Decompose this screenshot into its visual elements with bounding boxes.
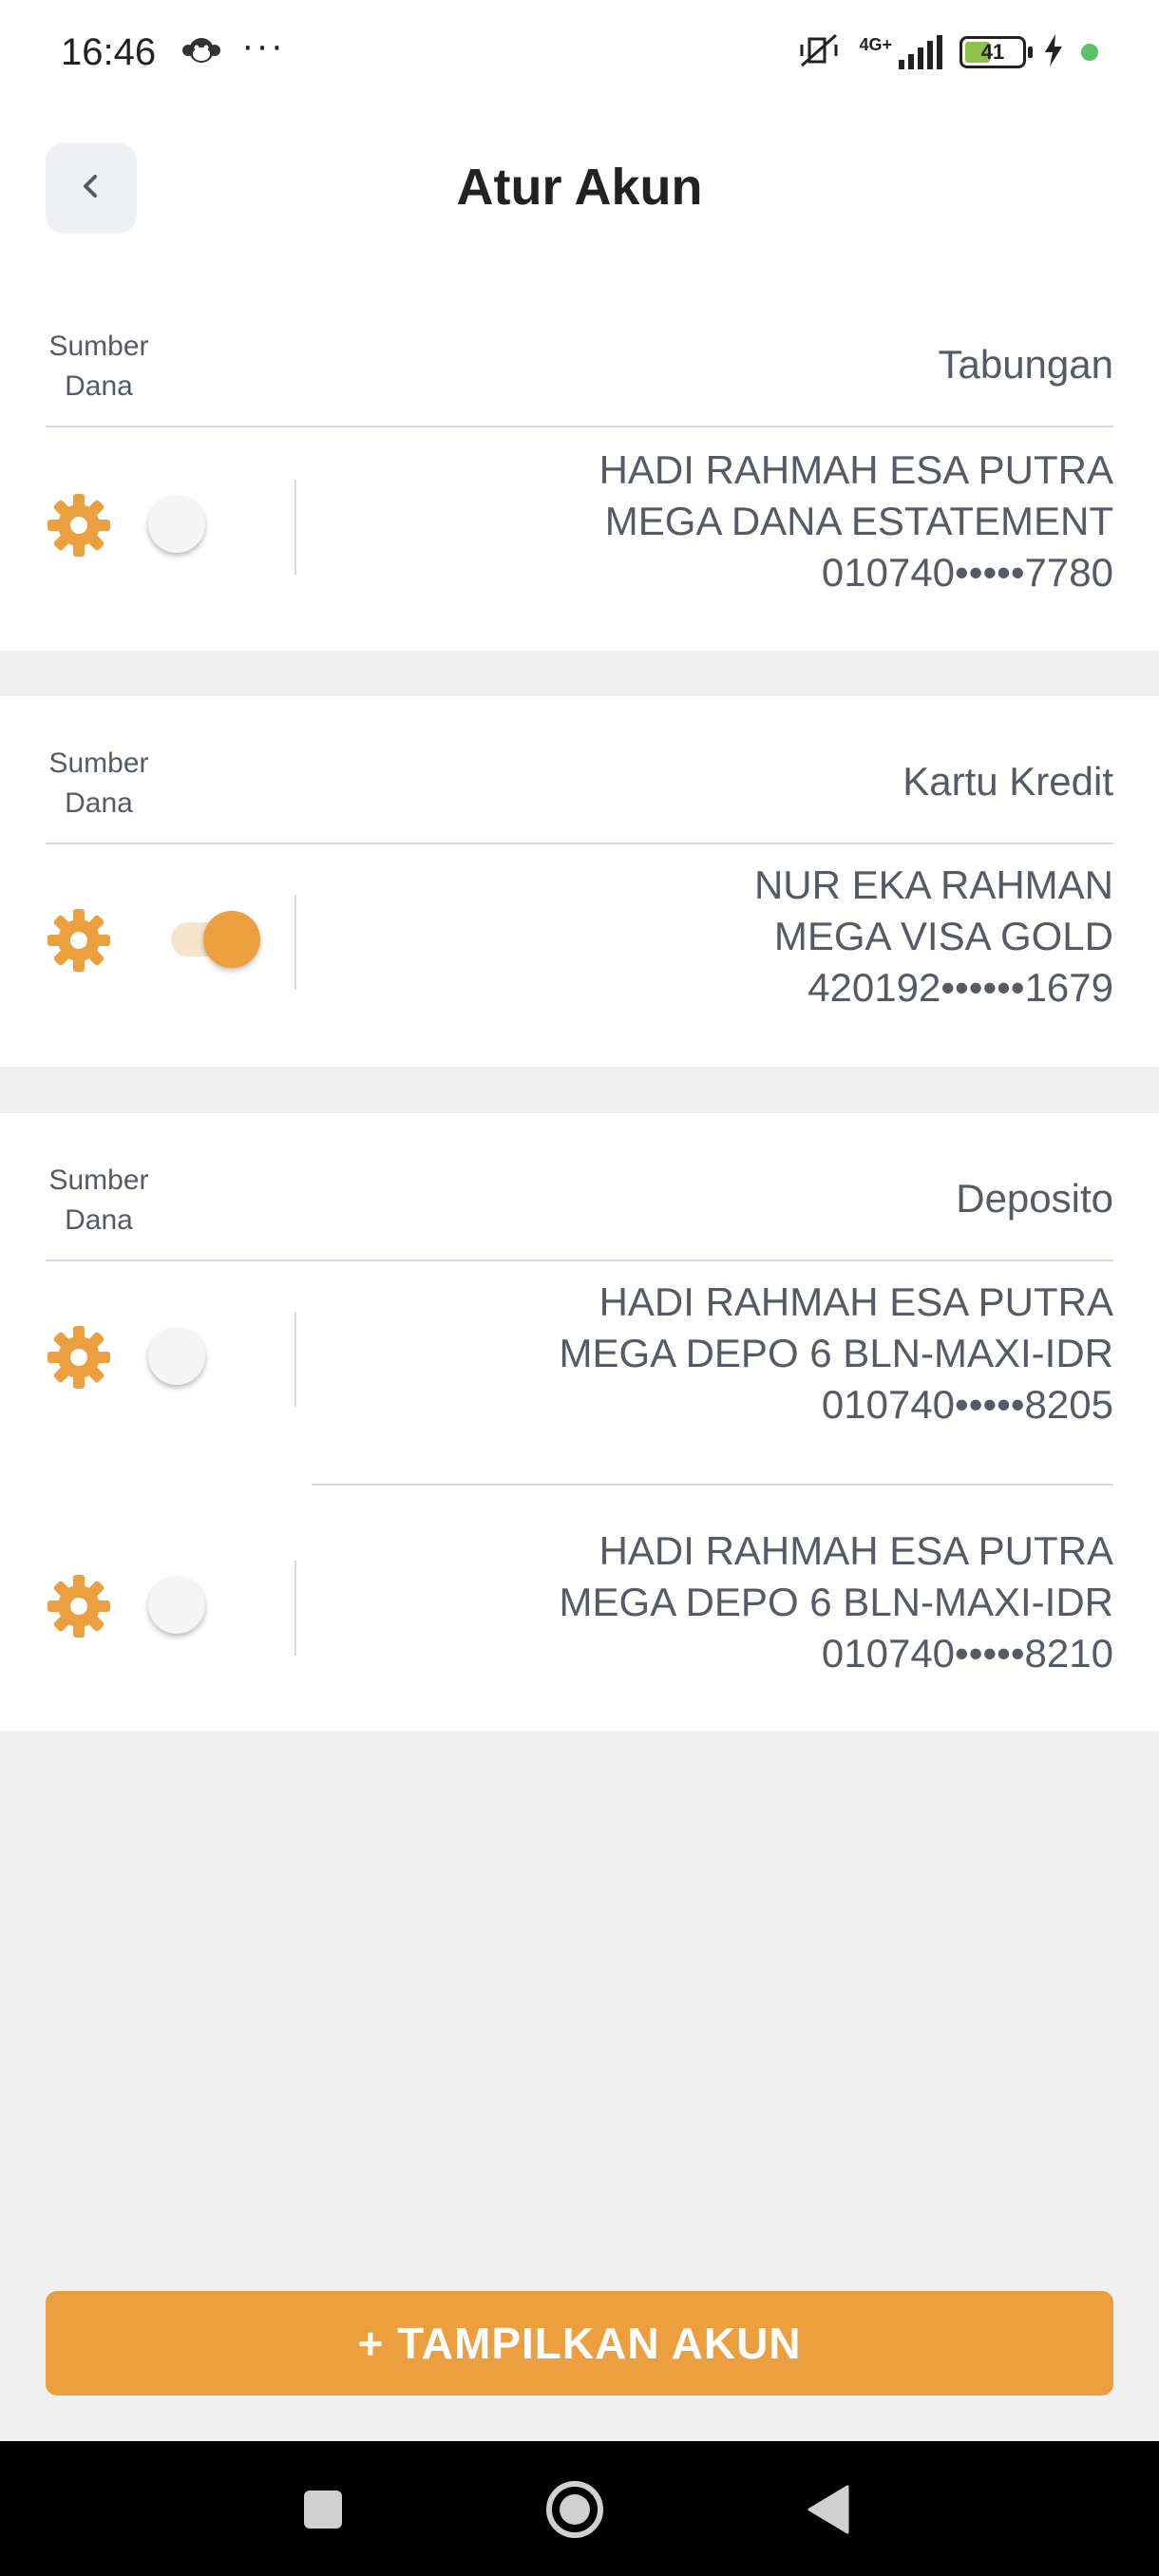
account-product: MEGA DANA ESTATEMENT [604, 499, 1113, 543]
gear-icon[interactable] [46, 907, 112, 974]
network-type-label: 4G+ [859, 35, 892, 54]
account-row: HADI RAHMAH ESA PUTRA MEGA DANA ESTATEME… [0, 437, 1159, 617]
system-nav-bar [0, 2441, 1159, 2576]
source-label: Sumber Dana [46, 1161, 152, 1241]
app-header: Atur Akun [0, 104, 1159, 275]
account-info: NUR EKA RAHMAN MEGA VISA GOLD 420192••••… [754, 860, 1113, 1013]
vertical-divider [294, 895, 296, 990]
source-label-line-1: Sumber [48, 748, 149, 779]
account-product: MEGA DEPO 6 BLN-MAXI-IDR [559, 1331, 1113, 1375]
account-info: HADI RAHMAH ESA PUTRA MEGA DANA ESTATEME… [599, 445, 1113, 598]
divider [46, 426, 1113, 427]
gear-icon[interactable] [46, 1573, 112, 1639]
gear-icon[interactable] [46, 1324, 112, 1391]
source-type: Tabungan [938, 342, 1113, 387]
source-type: Deposito [956, 1176, 1113, 1221]
monkey-icon [182, 31, 221, 74]
source-label: Sumber Dana [46, 327, 152, 407]
account-row: HADI RAHMAH ESA PUTRA MEGA DEPO 6 BLN-MA… [0, 1271, 1159, 1451]
account-holder-name: HADI RAHMAH ESA PUTRA [598, 447, 1113, 492]
back-triangle-icon[interactable] [798, 2479, 859, 2540]
section-deposito: Sumber Dana Deposito HADI RAHMAH ESA PUT… [0, 1113, 1159, 1731]
section-tabungan: Sumber Dana Tabungan HADI RAHMAH ESA PUT… [0, 275, 1159, 651]
account-number: 010740•••••8205 [821, 1382, 1113, 1427]
source-label-line-2: Dana [65, 1204, 133, 1236]
status-time: 16:46 [61, 30, 157, 73]
divider [46, 1260, 1113, 1261]
battery-level: 41 [980, 40, 1005, 64]
divider [46, 843, 1113, 844]
account-holder-name: NUR EKA RAHMAN [753, 862, 1113, 907]
source-type: Kartu Kredit [902, 759, 1113, 804]
vertical-divider [294, 480, 296, 575]
page-title: Atur Akun [456, 159, 703, 216]
toggle-knob [148, 1577, 205, 1634]
mute-icon [796, 31, 842, 74]
account-toggle[interactable] [144, 494, 220, 555]
source-label-line-1: Sumber [48, 331, 149, 362]
show-account-button[interactable]: + TAMPILKAN AKUN [46, 2291, 1113, 2396]
account-number: 010740•••••8210 [821, 1631, 1113, 1676]
account-toggle[interactable] [144, 909, 260, 970]
recents-square-icon[interactable] [293, 2479, 353, 2540]
status-bar: 16:46 ··· 4G+ 41 [0, 0, 1159, 104]
privacy-indicator-dot [1081, 44, 1098, 61]
gear-icon[interactable] [46, 492, 112, 559]
account-row: NUR EKA RAHMAN MEGA VISA GOLD 420192••••… [0, 854, 1159, 1034]
account-row: HADI RAHMAH ESA PUTRA MEGA DEPO 6 BLN-MA… [0, 1518, 1159, 1698]
toggle-knob [148, 1328, 205, 1385]
account-info: HADI RAHMAH ESA PUTRA MEGA DEPO 6 BLN-MA… [560, 1525, 1113, 1679]
account-product: MEGA DEPO 6 BLN-MAXI-IDR [559, 1580, 1113, 1624]
source-label: Sumber Dana [46, 744, 152, 824]
signal-icon: 4G+ [859, 35, 942, 69]
toggle-knob [203, 911, 260, 968]
account-toggle[interactable] [144, 1575, 220, 1636]
account-info: HADI RAHMAH ESA PUTRA MEGA DEPO 6 BLN-MA… [560, 1277, 1113, 1430]
account-number: 420192••••••1679 [808, 965, 1113, 1010]
screen: 16:46 ··· 4G+ 41 Atur Akun Sumber Dana T… [0, 0, 1159, 2576]
vertical-divider [294, 1561, 296, 1656]
account-holder-name: HADI RAHMAH ESA PUTRA [598, 1528, 1113, 1573]
account-toggle[interactable] [144, 1326, 220, 1387]
source-label-line-1: Sumber [48, 1165, 149, 1196]
account-holder-name: HADI RAHMAH ESA PUTRA [598, 1279, 1113, 1324]
toggle-knob [148, 496, 205, 553]
account-product: MEGA VISA GOLD [773, 914, 1113, 958]
source-label-line-2: Dana [65, 370, 133, 402]
source-label-line-2: Dana [65, 787, 133, 819]
account-divider [312, 1484, 1113, 1486]
section-kartu-kredit: Sumber Dana Kartu Kredit NUR EKA RAHMAN … [0, 696, 1159, 1067]
home-circle-icon[interactable] [544, 2479, 605, 2540]
vertical-divider [294, 1312, 296, 1407]
account-number: 010740•••••7780 [821, 550, 1113, 595]
more-notifications-icon: ··· [241, 24, 286, 66]
charging-icon [1043, 33, 1064, 71]
battery-icon: 41 [960, 36, 1033, 68]
